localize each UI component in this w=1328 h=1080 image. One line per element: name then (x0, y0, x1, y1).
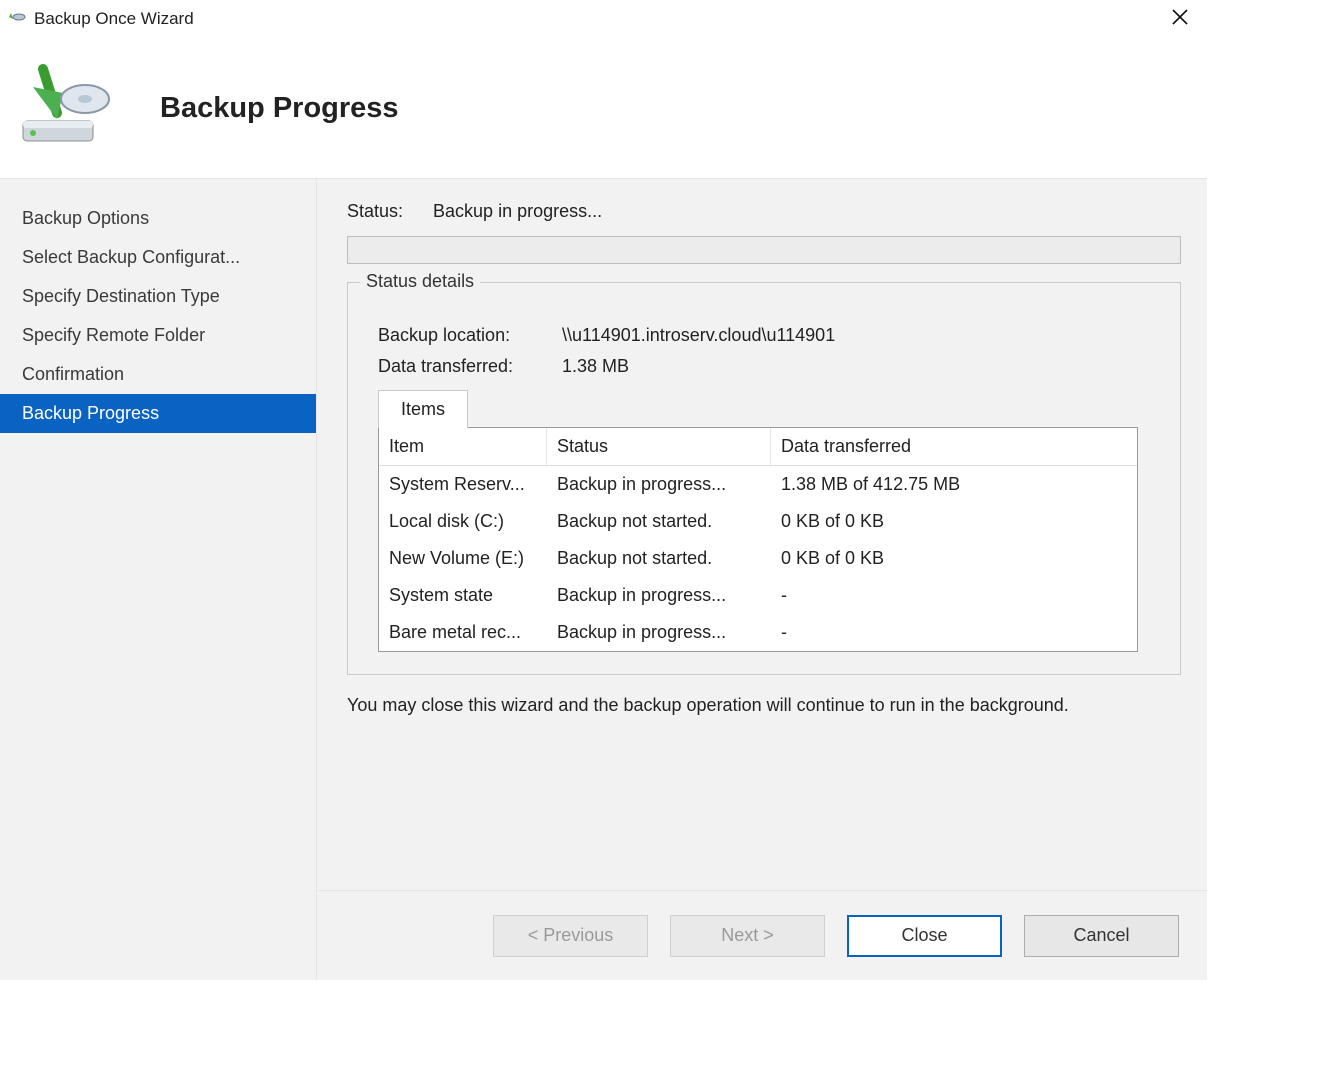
cell-data: 0 KB of 0 KB (771, 540, 991, 577)
step-backup-options[interactable]: Backup Options (0, 199, 316, 238)
status-details-legend: Status details (360, 271, 480, 292)
cell-data: - (771, 577, 991, 614)
cell-status: Backup in progress... (547, 466, 771, 503)
cell-item: Local disk (C:) (379, 503, 547, 540)
backup-location-label: Backup location: (378, 325, 548, 346)
items-table: Item Status Data transferred System Rese… (378, 427, 1138, 652)
step-specify-destination-type[interactable]: Specify Destination Type (0, 277, 316, 316)
col-header-item[interactable]: Item (379, 428, 547, 465)
cell-item: System Reserv... (379, 466, 547, 503)
window-title: Backup Once Wizard (34, 9, 1163, 29)
table-row[interactable]: New Volume (E:) Backup not started. 0 KB… (379, 540, 1137, 577)
cell-item: System state (379, 577, 547, 614)
cell-data: 0 KB of 0 KB (771, 503, 991, 540)
table-row[interactable]: System Reserv... Backup in progress... 1… (379, 466, 1137, 503)
table-row[interactable]: System state Backup in progress... - (379, 577, 1137, 614)
data-transferred-value: 1.38 MB (562, 356, 629, 377)
next-button: Next > (670, 915, 825, 957)
step-confirmation[interactable]: Confirmation (0, 355, 316, 394)
background-note: You may close this wizard and the backup… (347, 693, 1177, 718)
step-backup-progress[interactable]: Backup Progress (0, 394, 316, 433)
col-header-status[interactable]: Status (547, 428, 771, 465)
col-header-data-transferred[interactable]: Data transferred (771, 428, 991, 465)
close-icon[interactable] (1163, 8, 1197, 30)
backup-drive-icon (8, 58, 118, 158)
step-select-backup-configuration[interactable]: Select Backup Configurat... (0, 238, 316, 277)
previous-button: < Previous (493, 915, 648, 957)
data-transferred-label: Data transferred: (378, 356, 548, 377)
table-header: Item Status Data transferred (379, 428, 1137, 466)
cell-status: Backup not started. (547, 503, 771, 540)
cell-data: - (771, 614, 991, 651)
backup-location-value: \\u114901.introserv.cloud\u114901 (562, 325, 835, 346)
cell-status: Backup in progress... (547, 577, 771, 614)
page-heading: Backup Progress (160, 92, 399, 125)
close-button[interactable]: Close (847, 915, 1002, 957)
banner: Backup Progress (0, 38, 1207, 178)
status-value: Backup in progress... (433, 201, 602, 222)
step-specify-remote-folder[interactable]: Specify Remote Folder (0, 316, 316, 355)
wizard-steps-sidebar: Backup Options Select Backup Configurat.… (0, 178, 317, 980)
status-details-group: Status details Backup location: \\u11490… (347, 282, 1181, 675)
main-panel: Status: Backup in progress... Status det… (317, 178, 1207, 980)
cell-status: Backup in progress... (547, 614, 771, 651)
backup-wizard-icon (6, 8, 28, 30)
table-row[interactable]: Bare metal rec... Backup in progress... … (379, 614, 1137, 651)
status-row: Status: Backup in progress... (347, 201, 1181, 222)
wizard-window: Backup Once Wizard Backup Progress Backu… (0, 0, 1207, 980)
table-row[interactable]: Local disk (C:) Backup not started. 0 KB… (379, 503, 1137, 540)
cancel-button[interactable]: Cancel (1024, 915, 1179, 957)
titlebar: Backup Once Wizard (0, 0, 1207, 38)
wizard-footer: < Previous Next > Close Cancel (318, 890, 1207, 980)
cell-item: Bare metal rec... (379, 614, 547, 651)
cell-item: New Volume (E:) (379, 540, 547, 577)
status-label: Status: (347, 201, 403, 222)
cell-data: 1.38 MB of 412.75 MB (771, 466, 991, 503)
cell-status: Backup not started. (547, 540, 771, 577)
progress-bar (347, 236, 1181, 264)
tab-items[interactable]: Items (378, 390, 468, 428)
